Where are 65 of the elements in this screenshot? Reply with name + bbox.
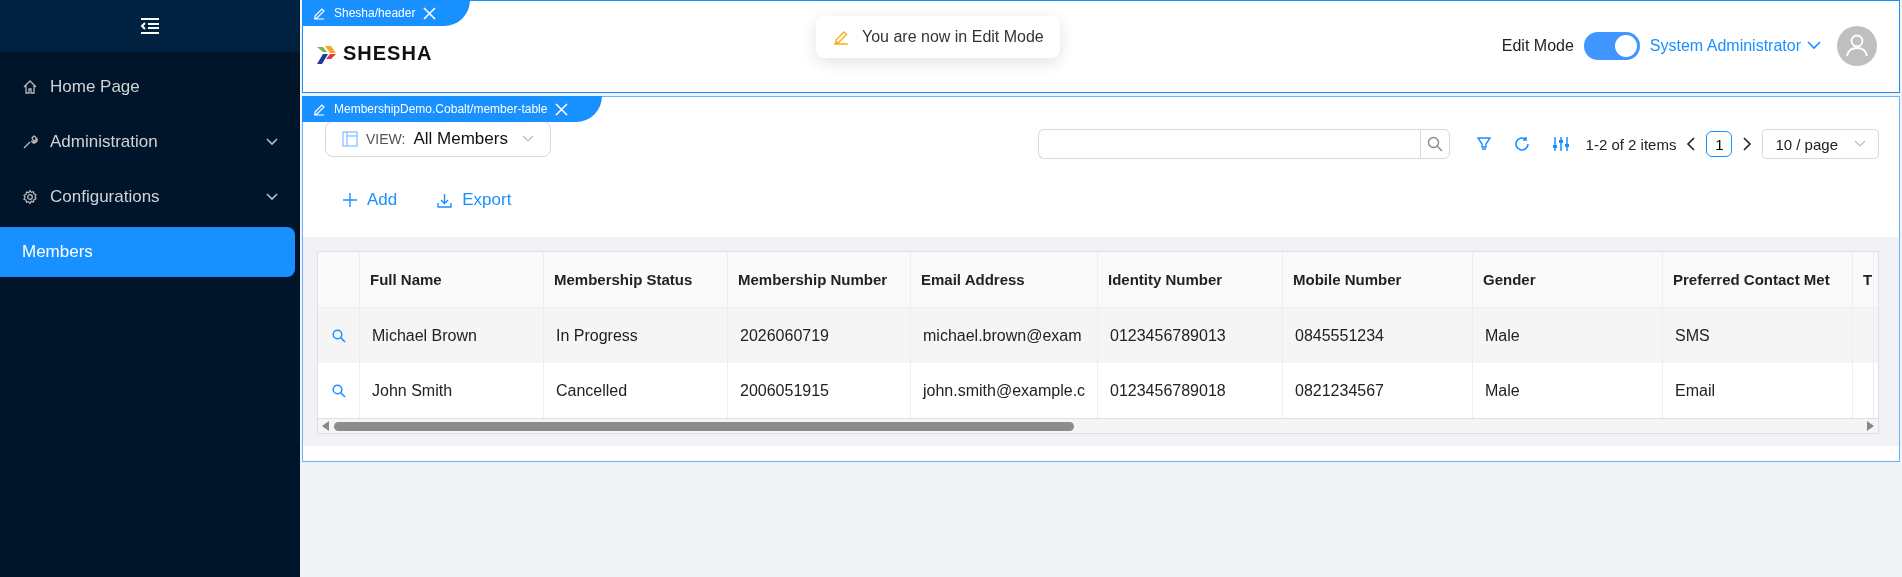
column-header[interactable]: Gender bbox=[1473, 252, 1663, 307]
page-size-select[interactable]: 10 / page bbox=[1762, 129, 1879, 159]
filter-icon[interactable] bbox=[1475, 136, 1492, 152]
layout-icon bbox=[342, 131, 358, 147]
column-header[interactable]: Identity Number bbox=[1098, 252, 1283, 307]
column-header[interactable]: Membership Number bbox=[728, 252, 911, 307]
search-icon[interactable] bbox=[331, 328, 346, 343]
table-cell: Male bbox=[1485, 326, 1520, 345]
plus-icon bbox=[343, 193, 357, 207]
column-header[interactable]: Preferred Contact Met bbox=[1663, 252, 1853, 307]
table-cell: 2026060719 bbox=[740, 326, 829, 345]
chevron-down-icon bbox=[521, 135, 534, 143]
pencil-icon bbox=[312, 6, 326, 20]
column-header[interactable]: Email Address bbox=[911, 252, 1098, 307]
tag-label: Shesha/header bbox=[334, 6, 416, 20]
table-cell: 0821234567 bbox=[1295, 381, 1384, 400]
chevron-down-icon bbox=[1854, 140, 1866, 148]
edit-mode-switch[interactable] bbox=[1583, 31, 1640, 60]
tag-label: MembershipDemo.Cobalt/member-table bbox=[334, 102, 548, 116]
edit-mode-label: Edit Mode bbox=[1501, 36, 1574, 55]
table-cell: 0123456789018 bbox=[1110, 381, 1226, 400]
home-icon bbox=[22, 79, 38, 95]
close-icon[interactable] bbox=[555, 102, 569, 116]
table-cell: Email bbox=[1675, 381, 1715, 400]
menu-collapse-icon[interactable] bbox=[140, 17, 160, 35]
wrench-icon bbox=[22, 134, 38, 150]
pagination-summary: 1-2 of 2 items bbox=[1585, 135, 1677, 153]
column-header[interactable]: Membership Status bbox=[544, 252, 728, 307]
menu-item[interactable]: Configurations bbox=[0, 172, 300, 222]
avatar-icon[interactable] bbox=[1837, 25, 1877, 66]
pencil-icon bbox=[312, 102, 326, 116]
previous-page-icon[interactable] bbox=[1686, 137, 1697, 151]
gear-icon bbox=[22, 189, 38, 205]
table-cell: Michael Brown bbox=[372, 326, 477, 345]
chevron-down-icon bbox=[1807, 41, 1821, 50]
download-icon bbox=[437, 192, 453, 208]
page-button[interactable]: 1 bbox=[1706, 131, 1733, 157]
next-page-icon[interactable] bbox=[1742, 137, 1753, 151]
scroll-right-icon[interactable] bbox=[1866, 421, 1874, 431]
table-cell: 2006051915 bbox=[740, 381, 829, 400]
column-header[interactable]: T bbox=[1853, 252, 1874, 307]
table-cell: michael.brown@exam bbox=[923, 326, 1082, 345]
table-cell: Cancelled bbox=[556, 381, 628, 400]
table-cell: john.smith@example.c bbox=[923, 381, 1086, 400]
table-cell: 0123456789013 bbox=[1110, 326, 1226, 345]
menu-item[interactable]: Administration bbox=[0, 117, 300, 167]
search-button[interactable] bbox=[1419, 129, 1450, 159]
menu-item[interactable]: Home Page bbox=[0, 62, 300, 112]
column-settings-icon[interactable] bbox=[1551, 136, 1570, 152]
table-cell: In Progress bbox=[556, 326, 638, 345]
scroll-left-icon[interactable] bbox=[322, 421, 330, 431]
search-icon bbox=[1426, 136, 1443, 152]
logo-text: SHESHA bbox=[343, 42, 433, 65]
search-icon[interactable] bbox=[331, 383, 346, 398]
table-cell: SMS bbox=[1675, 326, 1710, 345]
column-header[interactable]: Full Name bbox=[360, 252, 544, 307]
close-icon[interactable] bbox=[423, 6, 437, 20]
column-header[interactable]: Mobile Number bbox=[1283, 252, 1473, 307]
table-cell: John Smith bbox=[372, 381, 453, 400]
table-cell: 0845551234 bbox=[1295, 326, 1384, 345]
search-field[interactable] bbox=[1037, 129, 1420, 159]
table-cell: Male bbox=[1485, 381, 1520, 400]
horizontal-scrollbar[interactable] bbox=[318, 418, 1878, 433]
toast-message: You are now in Edit Mode bbox=[862, 27, 1044, 46]
refresh-icon[interactable] bbox=[1513, 136, 1530, 152]
